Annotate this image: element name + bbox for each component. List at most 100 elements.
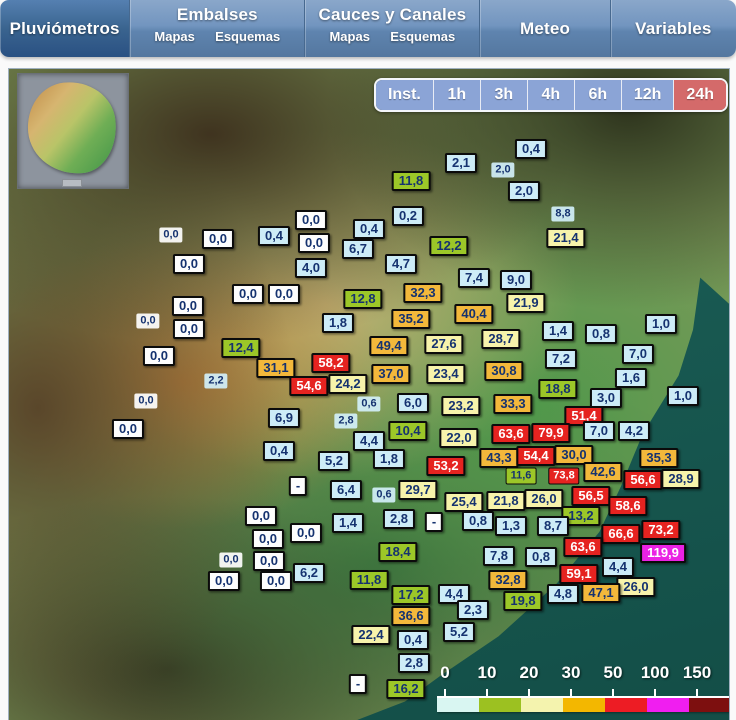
gauge-label[interactable]: 0,0 (253, 551, 285, 571)
gauge-label[interactable]: 7,0 (583, 421, 615, 441)
gauge-label[interactable]: 2,3 (457, 600, 489, 620)
gauge-label[interactable]: 4,2 (618, 421, 650, 441)
gauge-label[interactable]: 0,0 (173, 254, 205, 274)
gauge-label[interactable]: 7,0 (622, 344, 654, 364)
gauge-label[interactable]: 31,1 (256, 358, 295, 378)
gauge-label[interactable]: 1,8 (373, 449, 405, 469)
gauge-label[interactable]: 0,0 (260, 571, 292, 591)
gauge-label[interactable]: 32,8 (488, 570, 527, 590)
gauge-label[interactable]: 22,0 (439, 428, 478, 448)
tab-variables[interactable]: Variables (611, 0, 736, 57)
gauge-label[interactable]: 8,8 (551, 207, 574, 222)
gauge-label[interactable]: 43,3 (479, 448, 518, 468)
gauge-label[interactable]: 1,6 (615, 368, 647, 388)
gauge-label[interactable]: 18,4 (378, 542, 417, 562)
gauge-label[interactable]: 4,7 (385, 254, 417, 274)
gauge-label[interactable]: 0,4 (515, 139, 547, 159)
gauge-label[interactable]: 12,2 (429, 236, 468, 256)
gauge-label[interactable]: 73,2 (641, 520, 680, 540)
gauge-label[interactable]: 0,8 (525, 547, 557, 567)
gauge-label[interactable]: 35,3 (639, 448, 678, 468)
gauge-label[interactable]: 12,4 (221, 338, 260, 358)
gauge-label[interactable]: 21,9 (506, 293, 545, 313)
gauge-label[interactable]: 1,4 (332, 513, 364, 533)
time-button-4h[interactable]: 4h (528, 80, 575, 110)
gauge-label[interactable]: 1,0 (667, 386, 699, 406)
gauge-label[interactable]: 58,2 (311, 353, 350, 373)
time-button-3h[interactable]: 3h (481, 80, 528, 110)
time-button-inst[interactable]: Inst. (376, 80, 434, 110)
gauge-label[interactable]: 35,2 (391, 309, 430, 329)
gauge-label[interactable]: 54,4 (516, 446, 555, 466)
tab-cauces-y-canales-sub-mapas[interactable]: Mapas (329, 29, 369, 44)
gauge-label[interactable]: 12,8 (343, 289, 382, 309)
gauge-label[interactable]: 16,2 (386, 679, 425, 699)
gauge-label[interactable]: 6,0 (397, 393, 429, 413)
gauge-label[interactable]: 24,2 (328, 374, 367, 394)
gauge-label[interactable]: 63,6 (563, 537, 602, 557)
gauge-label[interactable]: 1,8 (322, 313, 354, 333)
tab-meteo[interactable]: Meteo (480, 0, 610, 57)
tab-cauces-y-canales-sub-esquemas[interactable]: Esquemas (390, 29, 455, 44)
gauge-label[interactable]: 21,8 (486, 491, 525, 511)
gauge-label[interactable]: 5,2 (443, 622, 475, 642)
gauge-label[interactable]: 37,0 (371, 364, 410, 384)
gauge-label[interactable]: 28,9 (661, 469, 700, 489)
gauge-label[interactable]: 1,3 (495, 516, 527, 536)
gauge-label[interactable]: 7,2 (545, 349, 577, 369)
gauge-label[interactable]: 11,8 (350, 570, 389, 590)
gauge-label[interactable]: - (425, 512, 443, 532)
gauge-label[interactable]: 59,1 (559, 564, 598, 584)
gauge-label[interactable]: 47,1 (581, 583, 620, 603)
tab-cauces-y-canales[interactable]: Cauces y CanalesMapasEsquemas (305, 0, 480, 57)
gauge-label[interactable]: 1,0 (645, 314, 677, 334)
gauge-label[interactable]: 0,0 (112, 419, 144, 439)
gauge-label[interactable]: 30,8 (484, 361, 523, 381)
gauge-label[interactable]: 0,0 (134, 394, 157, 409)
time-button-1h[interactable]: 1h (434, 80, 481, 110)
gauge-label[interactable]: 6,7 (342, 239, 374, 259)
time-button-6h[interactable]: 6h (575, 80, 622, 110)
gauge-label[interactable]: 4,0 (295, 258, 327, 278)
gauge-label[interactable]: 0,8 (585, 324, 617, 344)
gauge-label[interactable]: 0,0 (268, 284, 300, 304)
gauge-label[interactable]: 4,8 (547, 584, 579, 604)
gauge-label[interactable]: 2,8 (398, 653, 430, 673)
gauge-label[interactable]: 58,6 (608, 496, 647, 516)
gauge-label[interactable]: 11,8 (392, 171, 431, 191)
gauge-label[interactable]: 29,7 (398, 480, 437, 500)
gauge-label[interactable]: 17,2 (391, 585, 430, 605)
gauge-label[interactable]: 0,4 (258, 226, 290, 246)
gauge-label[interactable]: 7,4 (458, 268, 490, 288)
gauge-label[interactable]: 56,6 (623, 470, 662, 490)
gauge-label[interactable]: 42,6 (583, 462, 622, 482)
gauge-label[interactable]: 2,8 (334, 414, 357, 429)
gauge-label[interactable]: 119,9 (640, 543, 686, 563)
tab-pluviometros[interactable]: Pluviómetros (0, 0, 130, 57)
gauge-label[interactable]: 18,8 (538, 379, 577, 399)
gauge-label[interactable]: - (289, 476, 307, 496)
gauge-label[interactable]: 0,0 (298, 233, 330, 253)
gauge-label[interactable]: 22,4 (351, 625, 390, 645)
gauge-label[interactable]: - (349, 674, 367, 694)
gauge-label[interactable]: 0,0 (159, 228, 182, 243)
gauge-label[interactable]: 0,6 (357, 397, 380, 412)
gauge-label[interactable]: 54,6 (289, 376, 328, 396)
gauge-label[interactable]: 79,9 (531, 423, 570, 443)
tab-embalses[interactable]: EmbalsesMapasEsquemas (130, 0, 305, 57)
gauge-label[interactable]: 66,6 (601, 524, 640, 544)
time-button-24h[interactable]: 24h (674, 80, 726, 110)
gauge-label[interactable]: 25,4 (444, 492, 483, 512)
gauge-label[interactable]: 2,8 (383, 509, 415, 529)
tab-embalses-sub-esquemas[interactable]: Esquemas (215, 29, 280, 44)
gauge-label[interactable]: 3,0 (590, 388, 622, 408)
gauge-label[interactable]: 28,7 (481, 329, 520, 349)
gauge-label[interactable]: 4,4 (602, 557, 634, 577)
gauge-label[interactable]: 0,4 (397, 630, 429, 650)
gauge-label[interactable]: 0,0 (295, 210, 327, 230)
gauge-label[interactable]: 49,4 (369, 336, 408, 356)
tab-embalses-sub-mapas[interactable]: Mapas (154, 29, 194, 44)
gauge-label[interactable]: 0,0 (143, 346, 175, 366)
gauge-label[interactable]: 2,0 (508, 181, 540, 201)
gauge-label[interactable]: 23,2 (441, 396, 480, 416)
